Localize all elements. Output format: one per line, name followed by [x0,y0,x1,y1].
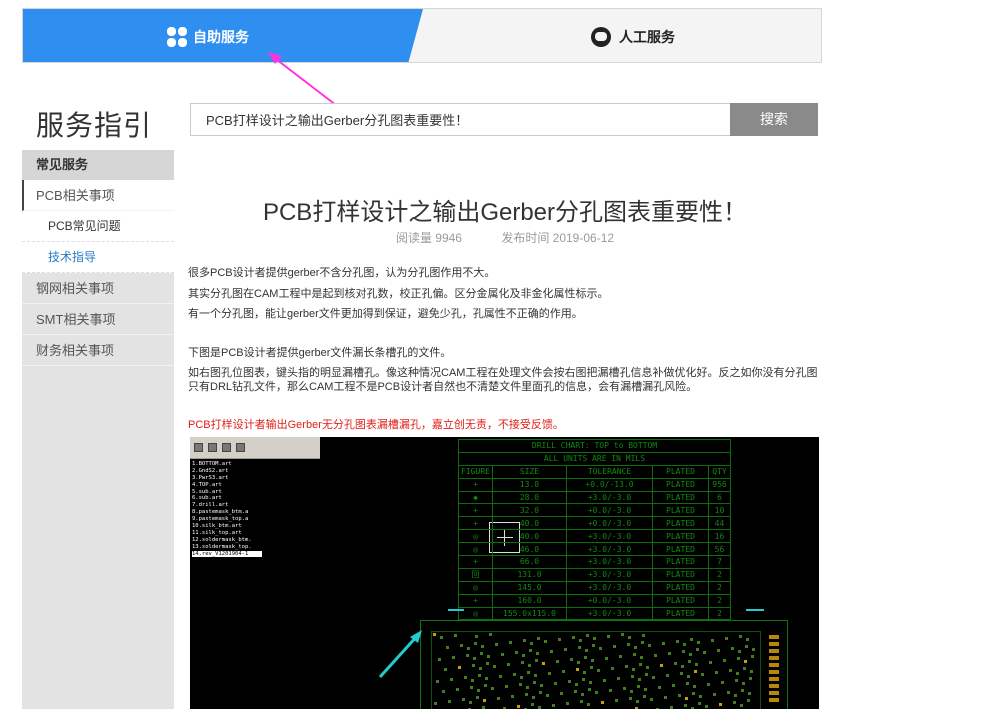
article-warning: PCB打样设计者输出Gerber无分孔图表漏槽漏孔，嘉立创无责，不接受反馈。 [188,419,564,431]
sidebar-section-header: 常见服务 [22,150,174,180]
sidebar-item-smt[interactable]: SMT相关事项 [22,304,174,335]
article-paragraph: 有一个分孔图，能让gerber文件更加得到保证，避免少孔，孔属性不正确的作用。 [188,308,583,320]
sidebar-item-tech-guide[interactable]: 技术指导 [22,242,174,273]
sidebar-item-finance[interactable]: 财务相关事项 [22,335,174,366]
search-button[interactable]: 搜索 [730,103,818,136]
publish-time: 发布时间 2019-06-12 [501,231,615,245]
tab-self-service-label: 自助服务 [193,28,249,45]
read-count: 阅读量 9946 [395,231,462,245]
sidebar-item-pcb[interactable]: PCB相关事项 [22,180,174,211]
tab-human-service[interactable]: 人工服务 [423,9,821,62]
tab-self-service[interactable]: 自助服务 [23,9,423,62]
cam-screenshot: 1.BOTTOM.art 2.GndS2.art 3.PwrS3.art 4.T… [190,437,819,709]
headset-icon [591,26,611,47]
sidebar-item-stencil[interactable]: 钢网相关事项 [22,273,174,304]
article-paragraph: 下图是PCB设计者提供gerber文件漏长条槽孔的文件。 [188,347,452,359]
search-input[interactable] [190,103,731,136]
article-meta: 阅读量 9946 发布时间 2019-06-12 [190,229,820,246]
service-tabs: 自助服务 人工服务 [22,8,822,63]
cam-arrows [378,609,764,679]
article-title: PCB打样设计之输出Gerber分孔图表重要性！ [262,199,748,226]
page-title: 服务指引 [36,110,153,141]
article-paragraph: 如右图孔位图表，键头指的明显漏槽孔。像这种情况CAM工程在处理文件会按右图把漏槽… [188,367,818,393]
sidebar: 常见服务 PCB相关事项 PCB常见问题 技术指导 钢网相关事项 SMT相关事项… [22,150,174,709]
article-paragraph: 其实分孔图在CAM工程中是起到核对孔数，校正孔偏。区分金属化及非金化属性标示。 [188,288,609,300]
sidebar-item-pcb-faq[interactable]: PCB常见问题 [22,211,174,242]
article-paragraph: 很多PCB设计者提供gerber不含分孔图，认为分孔图作用不大。 [188,267,496,279]
tab-human-service-label: 人工服务 [619,28,675,45]
apps-icon [167,26,187,47]
